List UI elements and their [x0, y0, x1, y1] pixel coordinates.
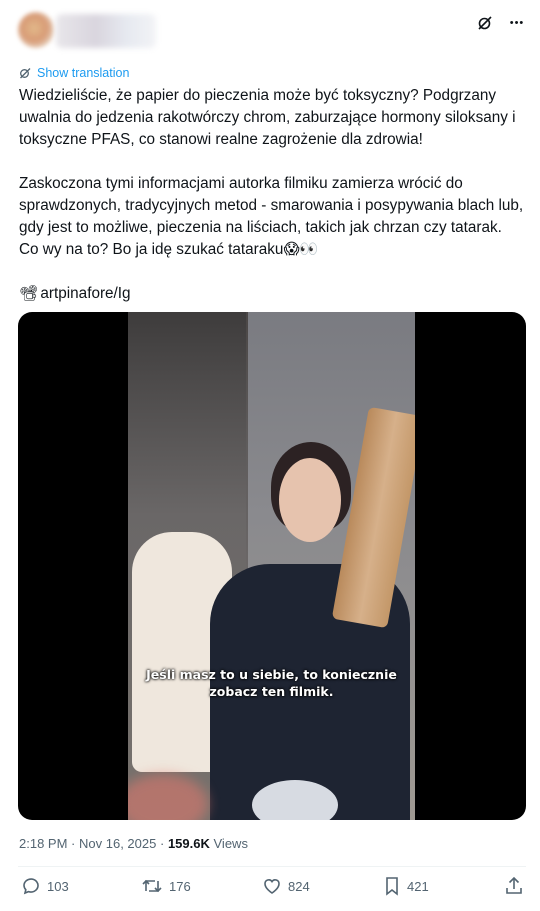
bookmark-icon: [386, 877, 398, 896]
show-translation-label[interactable]: Show translation: [37, 66, 129, 80]
bookmark-count: 421: [407, 878, 429, 894]
post-text: Wiedzieliście, że papier do pieczenia mo…: [19, 85, 524, 305]
bookmark-button[interactable]: 421: [383, 876, 429, 896]
repost-count: 176: [169, 878, 191, 894]
post-paragraph-1: Wiedzieliście, że papier do pieczenia mo…: [19, 87, 516, 148]
show-translation-link[interactable]: Show translation: [19, 66, 129, 80]
video-player[interactable]: Jeśli masz to u siebie, to koniecznie zo…: [18, 312, 526, 820]
post-meta: 2:18 PM · Nov 16, 2025 · 159.6K Views: [19, 836, 248, 851]
repost-button[interactable]: 176: [141, 876, 191, 896]
post-time[interactable]: 2:18 PM: [19, 836, 67, 851]
post-date[interactable]: Nov 16, 2025: [79, 836, 156, 851]
meta-separator: ·: [71, 836, 76, 851]
views-label: Views: [213, 836, 248, 851]
like-button[interactable]: 824: [262, 876, 310, 896]
post-credit: 📽 artpinafore/Ig: [19, 283, 524, 305]
author-name-redacted[interactable]: [56, 14, 156, 48]
heart-icon: [264, 879, 280, 894]
repost-icon: [142, 879, 162, 893]
translate-icon: [20, 68, 31, 79]
action-bar: 103 176 824 421: [0, 876, 540, 902]
film-projector-icon: 📽: [19, 285, 39, 302]
grok-icon[interactable]: [476, 14, 494, 32]
share-button[interactable]: [505, 876, 523, 896]
reply-icon: [23, 878, 39, 895]
post-credit-text: artpinafore/Ig: [40, 285, 131, 302]
post-paragraph-2: Zaskoczona tymi informacjami autorka fil…: [19, 175, 524, 258]
more-icon[interactable]: •••: [508, 14, 526, 32]
views-count: 159.6K: [167, 836, 210, 851]
avatar[interactable]: [18, 12, 54, 48]
post-header: •••: [0, 0, 540, 62]
reply-button[interactable]: 103: [21, 876, 69, 896]
header-actions: •••: [476, 14, 526, 32]
like-count: 824: [288, 878, 310, 894]
share-icon: [506, 876, 522, 894]
video-caption: Jeśli masz to u siebie, to koniecznie zo…: [146, 667, 397, 699]
video-frame[interactable]: [128, 312, 415, 820]
reply-count: 103: [47, 878, 69, 894]
meta-separator-2: ·: [159, 836, 165, 851]
divider: [18, 866, 526, 867]
